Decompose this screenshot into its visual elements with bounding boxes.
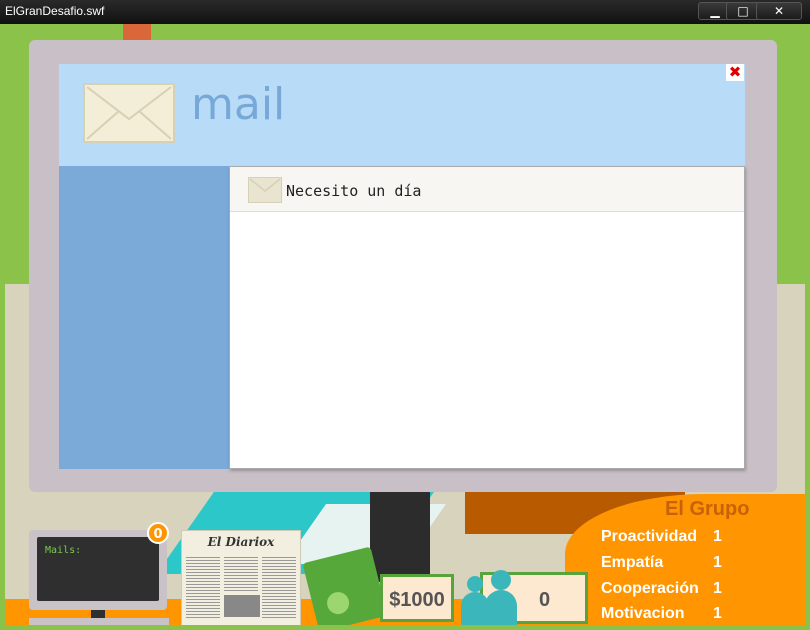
mail-list: Necesito un día bbox=[229, 166, 745, 469]
computer-keyboard bbox=[29, 618, 169, 625]
stat-value: 1 bbox=[713, 580, 722, 597]
money-amount: $1000 bbox=[389, 589, 445, 611]
newspaper-column bbox=[262, 555, 296, 619]
stat-value: 1 bbox=[713, 605, 722, 622]
newspaper-photo bbox=[224, 595, 260, 617]
window-title: ElGranDesafio.swf bbox=[5, 4, 105, 18]
computer-screen: Mails: bbox=[37, 537, 159, 601]
stat-value: 1 bbox=[713, 554, 722, 571]
maximize-button[interactable]: □ bbox=[726, 2, 760, 20]
background-pillar bbox=[370, 492, 430, 582]
stat-proactividad: Proactividad 1 bbox=[601, 528, 722, 546]
close-dialog-button[interactable]: ✖ bbox=[726, 64, 744, 81]
mail-list-item[interactable]: Necesito un día bbox=[230, 167, 744, 212]
person-icon bbox=[485, 590, 517, 625]
group-title: El Grupo bbox=[665, 498, 750, 520]
money-display: $1000 bbox=[380, 574, 454, 622]
newspaper-button[interactable]: El Diariox bbox=[181, 530, 301, 625]
people-count: 0 bbox=[539, 589, 551, 611]
stat-cooperacion: Cooperación 1 bbox=[601, 580, 722, 598]
mails-label: Mails: bbox=[45, 545, 82, 556]
person-head-icon bbox=[467, 576, 483, 592]
unread-mail-badge: 0 bbox=[147, 522, 169, 544]
game-canvas: El Grupo Proactividad 1 Empatía 1 Cooper… bbox=[5, 24, 805, 625]
envelope-icon bbox=[83, 83, 175, 143]
money-coin bbox=[324, 589, 352, 617]
mail-dialog-title: mail bbox=[191, 79, 286, 130]
newspaper-column bbox=[186, 555, 220, 619]
stat-label: Motivacion bbox=[601, 605, 685, 622]
person-head-icon bbox=[491, 570, 511, 590]
stat-empatia: Empatía 1 bbox=[601, 554, 722, 572]
stat-motivacion: Motivacion 1 bbox=[601, 605, 722, 623]
envelope-icon bbox=[248, 177, 282, 203]
newspaper-column bbox=[224, 555, 258, 591]
close-window-button[interactable]: ✕ bbox=[756, 2, 802, 20]
mail-sidebar bbox=[59, 166, 229, 469]
mail-subject: Necesito un día bbox=[286, 182, 422, 200]
stat-label: Proactividad bbox=[601, 528, 698, 545]
stat-value: 1 bbox=[713, 528, 722, 545]
stat-label: Cooperación bbox=[601, 580, 699, 597]
newspaper-title: El Diariox bbox=[207, 535, 275, 549]
computer-mail-button[interactable]: Mails: bbox=[29, 530, 167, 610]
window-titlebar: ElGranDesafio.swf ▁ □ ✕ bbox=[0, 0, 810, 24]
stat-label: Empatía bbox=[601, 554, 664, 571]
